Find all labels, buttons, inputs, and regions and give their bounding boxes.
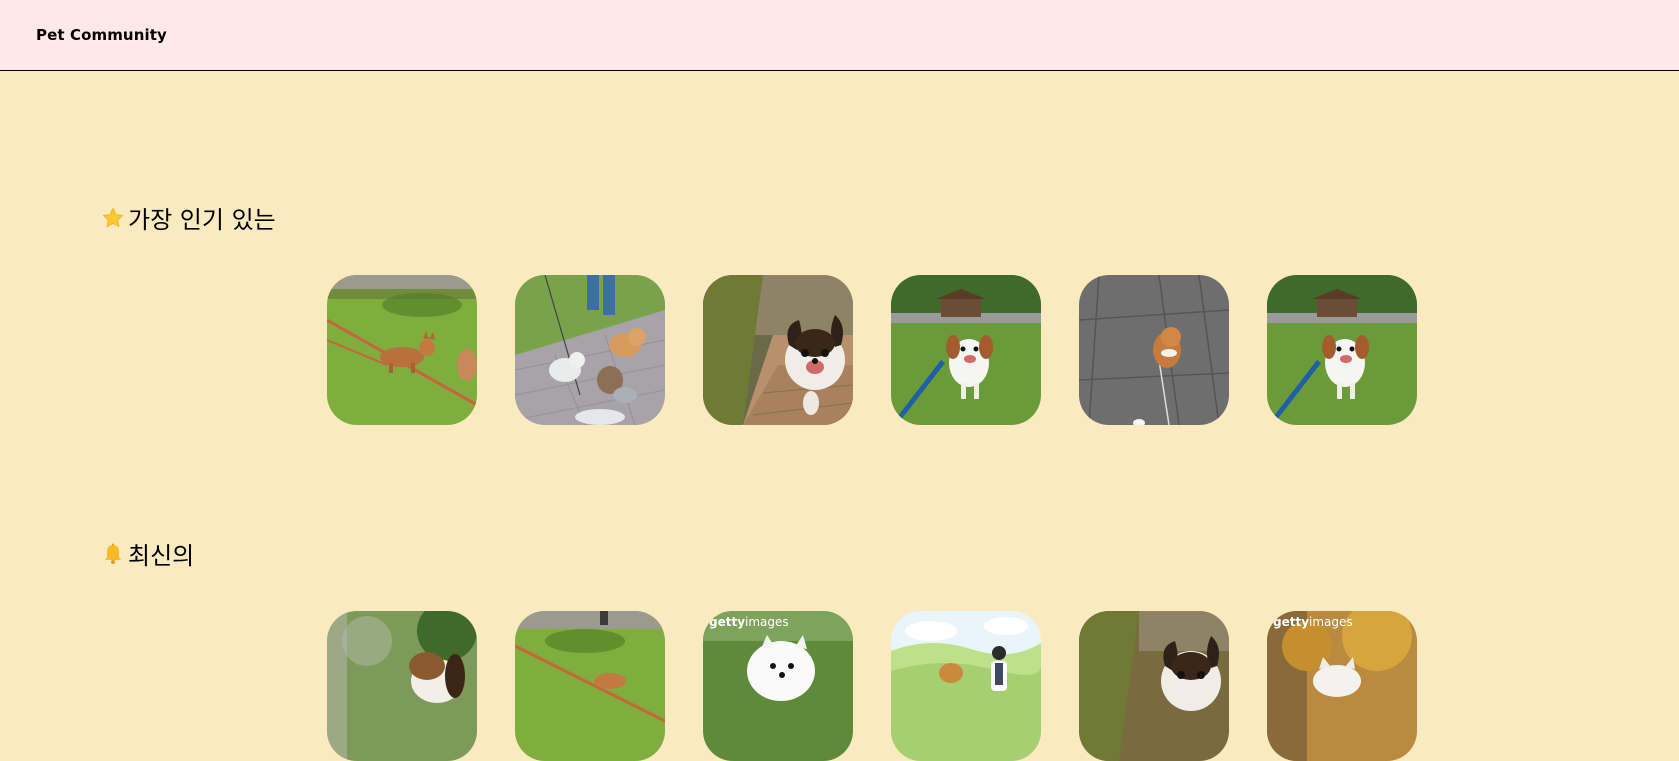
- section-title-text: 최신의: [128, 542, 195, 570]
- section-title-latest: 최신의: [101, 536, 194, 571]
- post-thumbnail[interactable]: [327, 275, 477, 425]
- top-header: Pet Community: [0, 0, 1679, 71]
- watermark: gettyimages: [1273, 615, 1353, 629]
- popular-image-row: [327, 275, 1417, 425]
- section-title-text: 가장 인기 있는: [128, 206, 276, 234]
- post-thumbnail[interactable]: [327, 611, 477, 761]
- latest-image-row: gettyimages gettyimages: [327, 611, 1417, 761]
- post-thumbnail[interactable]: [1267, 275, 1417, 425]
- brand-logo-text[interactable]: Pet Community: [36, 26, 167, 44]
- post-thumbnail[interactable]: [703, 275, 853, 425]
- watermark: gettyimages: [709, 615, 789, 629]
- post-thumbnail[interactable]: gettyimages: [1267, 611, 1417, 761]
- post-thumbnail[interactable]: gettyimages: [703, 611, 853, 761]
- bell-icon: [101, 542, 125, 566]
- post-thumbnail[interactable]: [1079, 611, 1229, 761]
- post-thumbnail[interactable]: [1079, 275, 1229, 425]
- post-thumbnail[interactable]: [891, 275, 1041, 425]
- section-title-popular: 가장 인기 있는: [101, 200, 276, 235]
- post-thumbnail[interactable]: [515, 611, 665, 761]
- post-thumbnail[interactable]: [515, 275, 665, 425]
- post-thumbnail[interactable]: [891, 611, 1041, 761]
- star-icon: [101, 206, 125, 230]
